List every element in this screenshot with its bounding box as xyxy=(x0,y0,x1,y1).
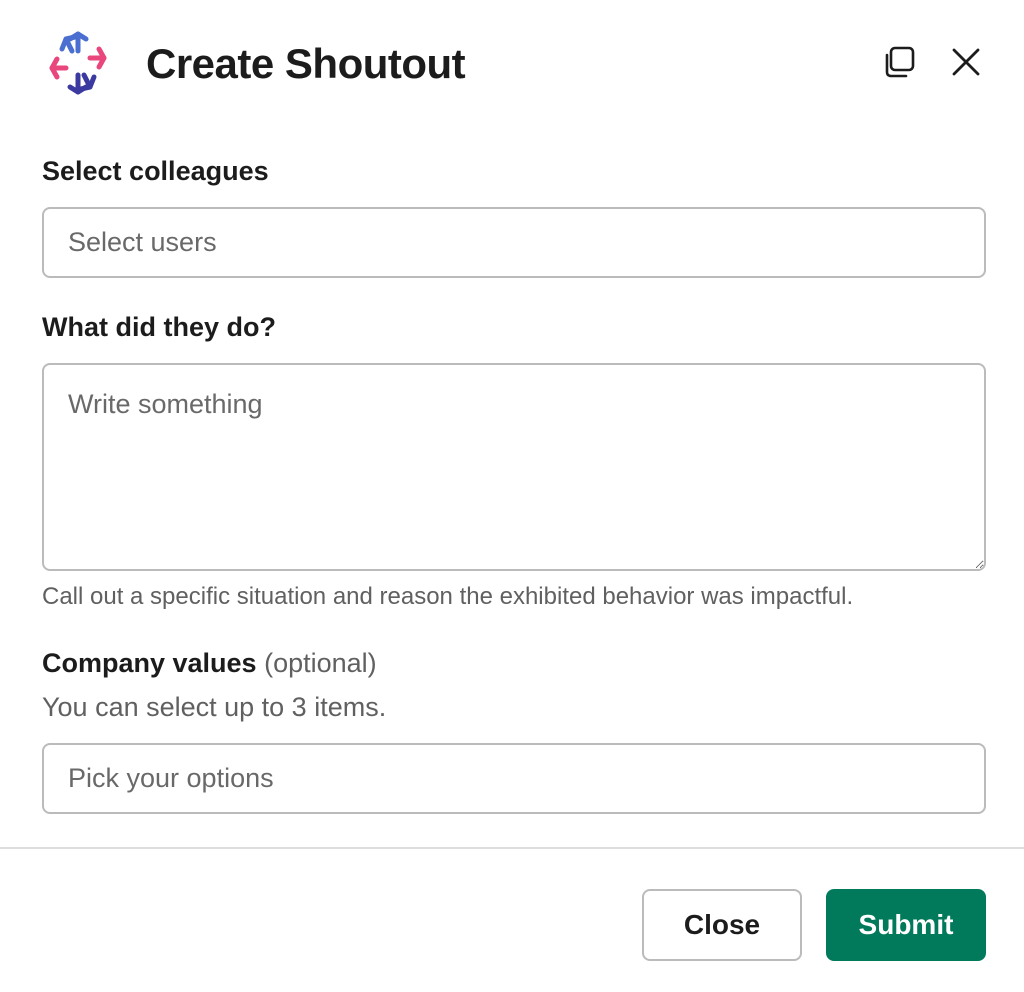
company-values-label: Company values (optional) xyxy=(42,646,377,680)
optional-tag: (optional) xyxy=(264,648,377,678)
duplicate-window-icon[interactable] xyxy=(881,44,917,80)
footer-divider xyxy=(0,847,1024,849)
company-values-label-text: Company values xyxy=(42,648,257,678)
description-help-text: Call out a specific situation and reason… xyxy=(42,583,854,610)
modal-header: Create Shoutout xyxy=(0,0,1024,130)
pick-options-select[interactable] xyxy=(42,743,986,814)
description-label: What did they do? xyxy=(42,312,276,342)
close-button[interactable]: Close xyxy=(642,889,802,961)
company-values-hint: You can select up to 3 items. xyxy=(42,692,387,722)
close-icon[interactable] xyxy=(948,44,984,80)
modal-title: Create Shoutout xyxy=(146,40,466,87)
app-logo-icon xyxy=(49,31,107,95)
write-something-textarea[interactable] xyxy=(42,363,986,571)
submit-button[interactable]: Submit xyxy=(826,889,986,961)
select-users-input[interactable] xyxy=(42,207,986,278)
colleagues-label: Select colleagues xyxy=(42,156,269,186)
